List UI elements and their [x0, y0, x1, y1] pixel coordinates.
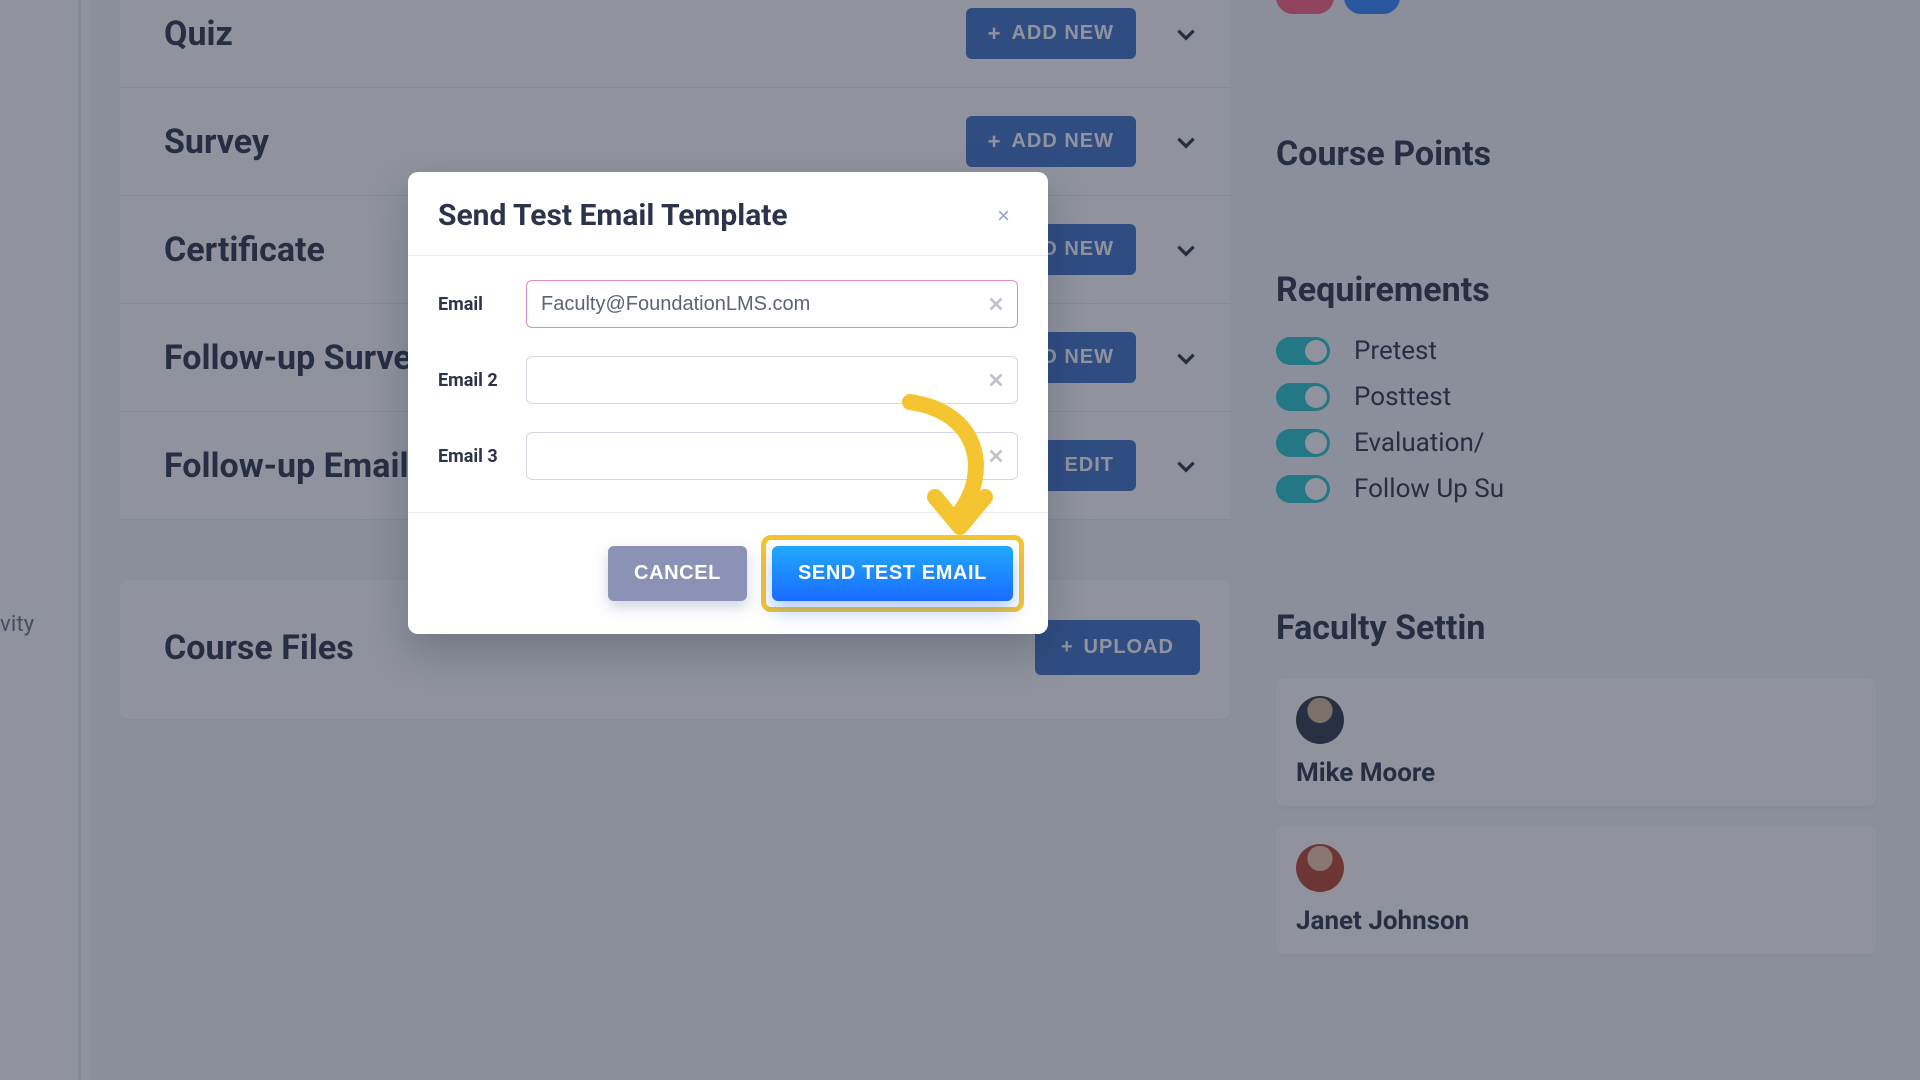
label-email: Email — [438, 294, 512, 315]
label-email2: Email 2 — [438, 370, 512, 391]
form-row-email: Email — [438, 280, 1018, 328]
cancel-button[interactable]: CANCEL — [608, 546, 747, 601]
highlight-box: SEND TEST EMAIL — [761, 535, 1024, 612]
modal-body: Email Email 2 Email 3 — [408, 256, 1048, 512]
modal-title: Send Test Email Template — [438, 198, 788, 233]
close-icon[interactable]: × — [989, 199, 1018, 233]
input-wrap — [526, 356, 1018, 404]
send-test-email-modal: Send Test Email Template × Email Email 2… — [408, 172, 1048, 634]
input-wrap — [526, 432, 1018, 480]
label-email3: Email 3 — [438, 446, 512, 467]
form-row-email3: Email 3 — [438, 432, 1018, 480]
email3-field[interactable] — [526, 432, 1018, 480]
modal-header: Send Test Email Template × — [408, 172, 1048, 256]
form-row-email2: Email 2 — [438, 356, 1018, 404]
modal-footer: CANCEL SEND TEST EMAIL — [408, 512, 1048, 634]
clear-icon[interactable] — [984, 292, 1008, 316]
email-field[interactable] — [526, 280, 1018, 328]
send-test-email-button[interactable]: SEND TEST EMAIL — [772, 546, 1013, 601]
email2-field[interactable] — [526, 356, 1018, 404]
clear-icon[interactable] — [984, 368, 1008, 392]
input-wrap — [526, 280, 1018, 328]
clear-icon[interactable] — [984, 444, 1008, 468]
